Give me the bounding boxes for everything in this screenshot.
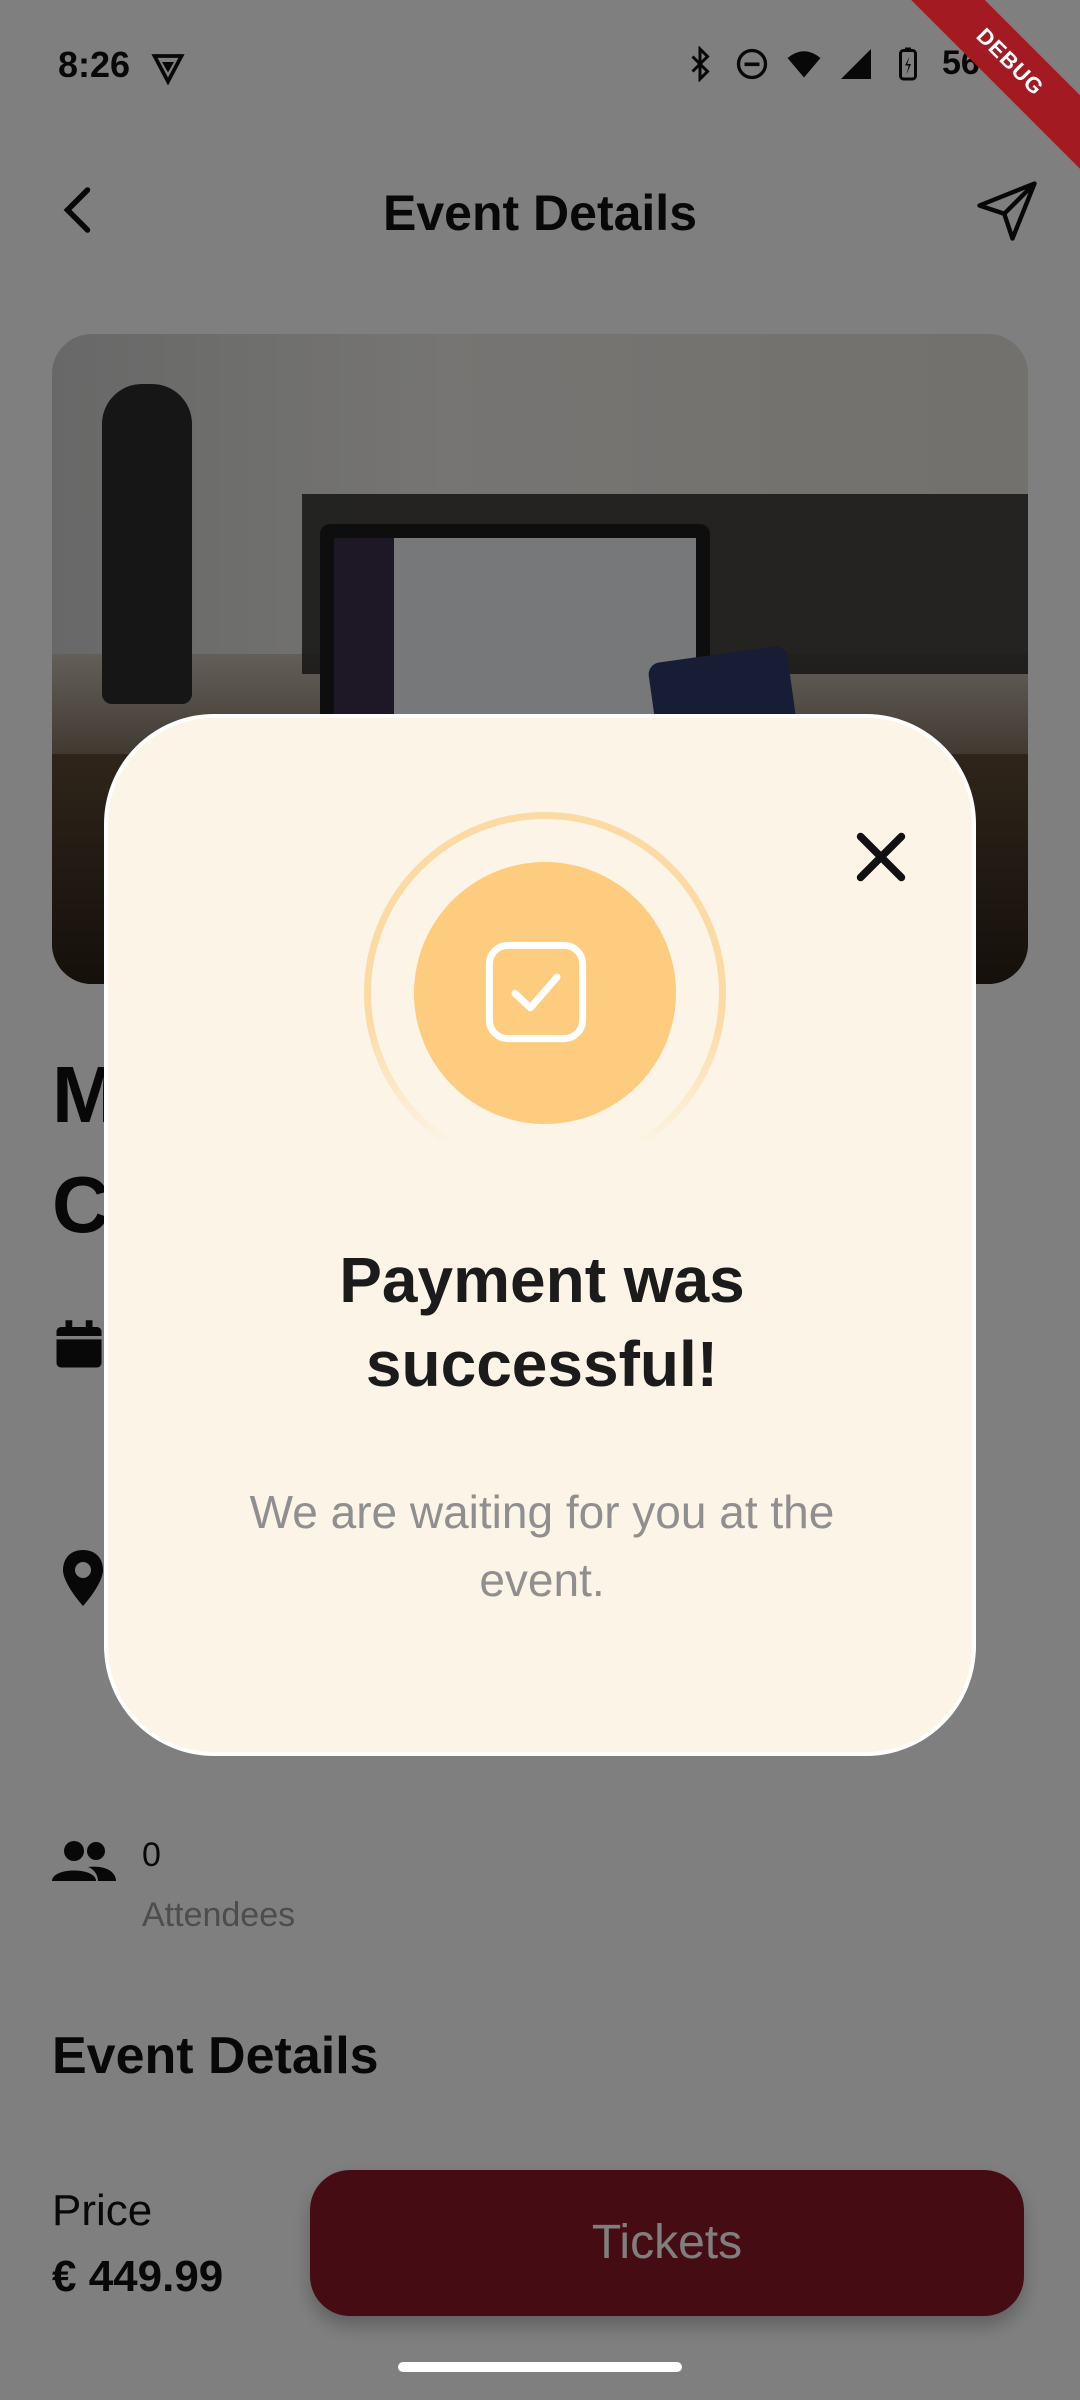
home-indicator[interactable] <box>398 2362 682 2372</box>
event-details-page: 8:26 56% <box>0 0 1080 2400</box>
check-icon <box>485 941 587 1043</box>
dialog-title-line1: Payment was <box>339 1244 745 1316</box>
dialog-title-line2: successful! <box>365 1328 719 1400</box>
payment-success-dialog: Payment was successful! We are waiting f… <box>104 714 976 1756</box>
dialog-message: We are waiting for you at the event. <box>249 1486 835 1606</box>
dialog-title: Payment was successful! <box>108 1238 976 1406</box>
close-icon[interactable] <box>846 822 916 892</box>
